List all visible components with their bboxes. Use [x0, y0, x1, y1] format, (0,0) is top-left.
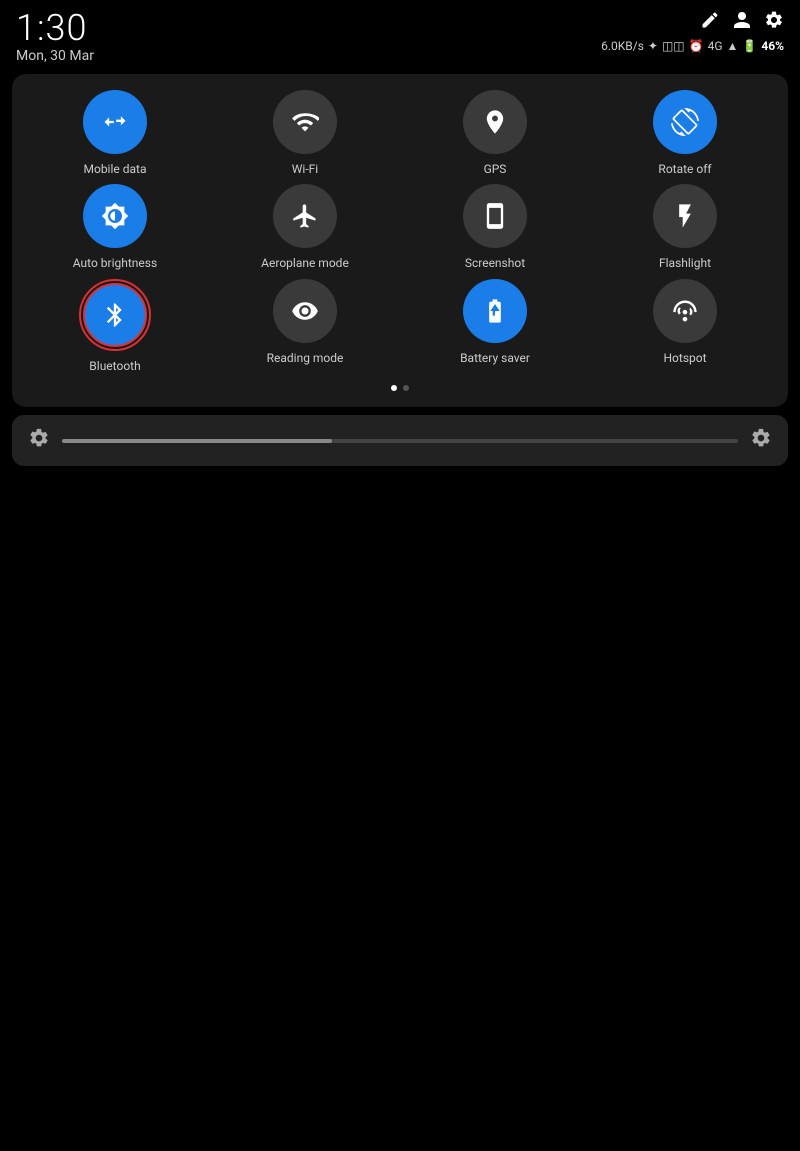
brightness-row: [12, 415, 788, 466]
tile-reading-mode[interactable]: Reading mode: [214, 279, 396, 373]
signal-icon: ◫◫: [662, 39, 685, 53]
brightness-settings-icon[interactable]: [750, 427, 772, 454]
auto-brightness-icon-wrap: [83, 184, 147, 248]
gps-label: GPS: [484, 162, 507, 176]
gps-icon-wrap: [463, 90, 527, 154]
screenshot-icon-wrap: [463, 184, 527, 248]
signal-strength: ▲: [727, 39, 739, 53]
tile-mobile-data[interactable]: Mobile data: [24, 90, 206, 176]
mobile-data-label: Mobile data: [84, 162, 147, 176]
aeroplane-label: Aeroplane mode: [261, 256, 349, 270]
status-right: 6.0KB/s ✦ ◫◫ ⏰ 4G ▲ 🔋 46%: [601, 10, 784, 53]
profile-icon[interactable]: [732, 10, 752, 35]
tile-hotspot[interactable]: Hotspot: [594, 279, 776, 373]
network-speed: 6.0KB/s: [601, 39, 644, 53]
tile-gps[interactable]: GPS: [404, 90, 586, 176]
rotate-off-label: Rotate off: [658, 162, 711, 176]
pagination-dots: [24, 385, 776, 391]
reading-mode-label: Reading mode: [267, 351, 344, 365]
pagination-dot-1: [391, 385, 397, 391]
alarm-icon: ⏰: [689, 39, 704, 53]
battery-percentage: 46%: [761, 39, 784, 53]
battery-saver-icon-wrap: [463, 279, 527, 343]
aeroplane-icon-wrap: [273, 184, 337, 248]
hotspot-label: Hotspot: [663, 351, 706, 365]
flashlight-label: Flashlight: [659, 256, 711, 270]
brightness-slider[interactable]: [62, 439, 738, 443]
tile-auto-brightness[interactable]: Auto brightness: [24, 184, 206, 270]
status-indicators: 6.0KB/s ✦ ◫◫ ⏰ 4G ▲ 🔋 46%: [601, 39, 784, 53]
tile-screenshot[interactable]: Screenshot: [404, 184, 586, 270]
tile-rotate-off[interactable]: Rotate off: [594, 90, 776, 176]
battery-saver-label: Battery saver: [460, 351, 530, 365]
bluetooth-label: Bluetooth: [89, 359, 140, 373]
status-action-icons: [700, 10, 784, 35]
brightness-left-icon[interactable]: [28, 427, 50, 454]
network-type: 4G: [708, 39, 723, 53]
quick-settings-panel: Mobile data Wi-Fi GPS Rotate off: [12, 74, 788, 407]
tile-aeroplane-mode[interactable]: Aeroplane mode: [214, 184, 396, 270]
tile-flashlight[interactable]: Flashlight: [594, 184, 776, 270]
tile-battery-saver[interactable]: Battery saver: [404, 279, 586, 373]
flashlight-icon-wrap: [653, 184, 717, 248]
bluetooth-status-icon: ✦: [648, 39, 658, 53]
battery-icon: 🔋: [742, 39, 757, 53]
status-date: Mon, 30 Mar: [16, 48, 94, 64]
status-time: 1:30: [16, 10, 94, 46]
status-left: 1:30 Mon, 30 Mar: [16, 10, 94, 64]
reading-mode-icon-wrap: [273, 279, 337, 343]
hotspot-icon-wrap: [653, 279, 717, 343]
brightness-fill: [62, 439, 332, 443]
auto-brightness-label: Auto brightness: [73, 256, 157, 270]
wifi-label: Wi-Fi: [292, 162, 318, 176]
edit-icon[interactable]: [700, 10, 720, 35]
mobile-data-icon-wrap: [83, 90, 147, 154]
settings-icon[interactable]: [764, 10, 784, 35]
tile-bluetooth[interactable]: Bluetooth: [24, 279, 206, 373]
tiles-grid: Mobile data Wi-Fi GPS Rotate off: [24, 90, 776, 373]
tile-wifi[interactable]: Wi-Fi: [214, 90, 396, 176]
wifi-icon-wrap: [273, 90, 337, 154]
screenshot-label: Screenshot: [465, 256, 525, 270]
rotate-off-icon-wrap: [653, 90, 717, 154]
status-bar: 1:30 Mon, 30 Mar 6.0KB/s ✦ ◫◫ ⏰ 4G ▲ 🔋 4…: [0, 0, 800, 70]
pagination-dot-2: [403, 385, 409, 391]
